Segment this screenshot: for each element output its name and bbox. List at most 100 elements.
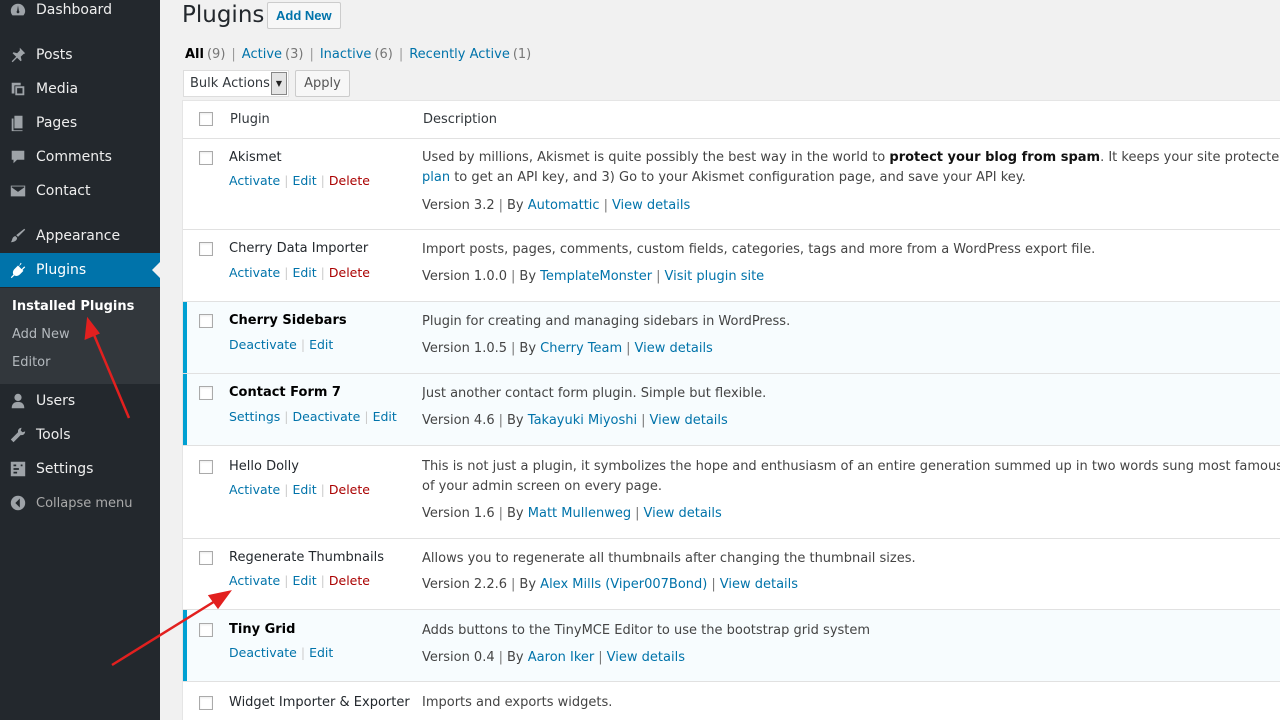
row-checkbox[interactable] [199, 151, 213, 165]
deactivate-link[interactable]: Deactivate [229, 645, 297, 660]
view-details-link[interactable]: View details [650, 413, 728, 428]
menu-posts[interactable]: Posts [0, 38, 160, 72]
delete-link[interactable]: Delete [329, 573, 370, 588]
author-link[interactable]: Alex Mills (Viper007Bond) [540, 577, 707, 592]
author-link[interactable]: Cherry Team [540, 341, 622, 356]
menu-plugins[interactable]: Plugins [0, 253, 160, 287]
plugin-name: Cherry Sidebars [229, 313, 347, 328]
edit-link[interactable]: Edit [309, 645, 333, 660]
submenu-installed-plugins[interactable]: Installed Plugins [12, 299, 134, 314]
admin-sidebar: Dashboard Posts Media Pages Comments Con… [0, 0, 160, 720]
separator: | [641, 413, 646, 428]
edit-link[interactable]: Edit [292, 573, 316, 588]
menu-dashboard[interactable]: Dashboard [0, 0, 160, 27]
select-all-checkbox[interactable] [199, 112, 213, 126]
menu-label: Media [36, 81, 79, 97]
row-checkbox[interactable] [199, 314, 213, 328]
comment-icon [0, 148, 36, 166]
add-new-button[interactable]: Add New [267, 2, 341, 29]
submenu-editor[interactable]: Editor [12, 355, 50, 370]
view-details-link[interactable]: View details [612, 198, 690, 213]
settings-link[interactable]: Settings [229, 409, 280, 424]
filter-all-count: (9) [206, 47, 226, 62]
menu-users[interactable]: Users [0, 384, 160, 418]
delete-link[interactable]: Delete [329, 173, 370, 188]
edit-link[interactable]: Edit [292, 265, 316, 280]
row-checkbox[interactable] [199, 460, 213, 474]
separator: | [284, 173, 289, 188]
separator: | [598, 650, 603, 665]
table-row: Widget Importer & Exporter Imports and e… [183, 682, 1280, 720]
plugin-icon [0, 261, 36, 279]
menu-label: Settings [36, 461, 94, 477]
menu-appearance[interactable]: Appearance [0, 219, 160, 253]
activate-link[interactable]: Activate [229, 173, 280, 188]
desc-text: of your admin screen on every page. [422, 479, 663, 494]
row-checkbox[interactable] [199, 386, 213, 400]
bulk-actions-select[interactable]: Bulk Actions ▼ [183, 70, 289, 97]
author-link[interactable]: Aaron Iker [528, 650, 595, 665]
filter-inactive[interactable]: Inactive [320, 47, 372, 62]
edit-link[interactable]: Edit [373, 409, 397, 424]
delete-link[interactable]: Delete [329, 482, 370, 497]
view-details-link[interactable]: View details [720, 577, 798, 592]
menu-collapse[interactable]: Collapse menu [0, 486, 160, 520]
table-row: Tiny Grid Deactivate | Edit Adds buttons t… [183, 610, 1280, 682]
row-actions: Activate | Edit | Delete [229, 265, 370, 280]
row-checkbox[interactable] [199, 242, 213, 256]
apply-button[interactable]: Apply [295, 70, 350, 97]
menu-media[interactable]: Media [0, 72, 160, 106]
deactivate-link[interactable]: Deactivate [229, 337, 297, 352]
delete-link[interactable]: Delete [329, 265, 370, 280]
chevron-down-icon[interactable]: ▼ [271, 72, 287, 95]
view-details-link[interactable]: View details [635, 341, 713, 356]
separator: | [626, 341, 631, 356]
plan-link[interactable]: plan [422, 170, 450, 185]
table-row: Contact Form 7 Settings | Deactivate | Edit … [183, 374, 1280, 446]
filter-all[interactable]: All [185, 47, 204, 62]
table-row: Hello Dolly Activate | Edit | Delete This is… [183, 446, 1280, 539]
row-checkbox[interactable] [199, 551, 213, 565]
plugin-description: This is not just a plugin, it symbolizes… [422, 457, 1280, 497]
plugin-version: Version 1.0.0 [422, 269, 508, 284]
filter-recently-active[interactable]: Recently Active [409, 47, 510, 62]
separator: | [635, 506, 640, 521]
menu-tools[interactable]: Tools [0, 418, 160, 452]
author-link[interactable]: Automattic [528, 198, 600, 213]
edit-link[interactable]: Edit [292, 173, 316, 188]
filter-active[interactable]: Active [242, 47, 282, 62]
author-link[interactable]: Takayuki Miyoshi [528, 413, 637, 428]
edit-link[interactable]: Edit [309, 337, 333, 352]
menu-comments[interactable]: Comments [0, 140, 160, 174]
column-plugin: Plugin [230, 112, 270, 127]
menu-pages[interactable]: Pages [0, 106, 160, 140]
separator: | [498, 650, 504, 665]
author-link[interactable]: Matt Mullenweg [528, 506, 631, 521]
menu-contact[interactable]: Contact [0, 174, 160, 208]
separator: | [511, 577, 516, 592]
author-link[interactable]: TemplateMonster [540, 269, 652, 284]
row-actions: Deactivate | Edit [229, 337, 333, 352]
deactivate-link[interactable]: Deactivate [293, 409, 361, 424]
dashboard-icon [0, 1, 36, 19]
row-checkbox[interactable] [199, 696, 213, 710]
edit-link[interactable]: Edit [292, 482, 316, 497]
row-checkbox[interactable] [199, 623, 213, 637]
by-label: By [519, 341, 537, 356]
plugin-name: Regenerate Thumbnails [229, 550, 385, 565]
view-details-link[interactable]: View details [607, 650, 685, 665]
plugin-meta: Version 1.0.0 | By TemplateMonster | Visit p… [422, 269, 764, 284]
collapse-icon [0, 494, 36, 512]
menu-settings[interactable]: Settings [0, 452, 160, 486]
separator: | [498, 198, 504, 213]
activate-link[interactable]: Activate [229, 265, 280, 280]
menu-label: Posts [36, 47, 73, 63]
filter-active-count: (3) [285, 47, 304, 62]
view-details-link[interactable]: View details [643, 506, 721, 521]
activate-link[interactable]: Activate [229, 573, 280, 588]
submenu-add-new[interactable]: Add New [12, 327, 70, 342]
separator: | [320, 482, 325, 497]
activate-link[interactable]: Activate [229, 482, 280, 497]
visit-site-link[interactable]: Visit plugin site [665, 269, 765, 284]
plugin-name: Akismet [229, 150, 282, 165]
